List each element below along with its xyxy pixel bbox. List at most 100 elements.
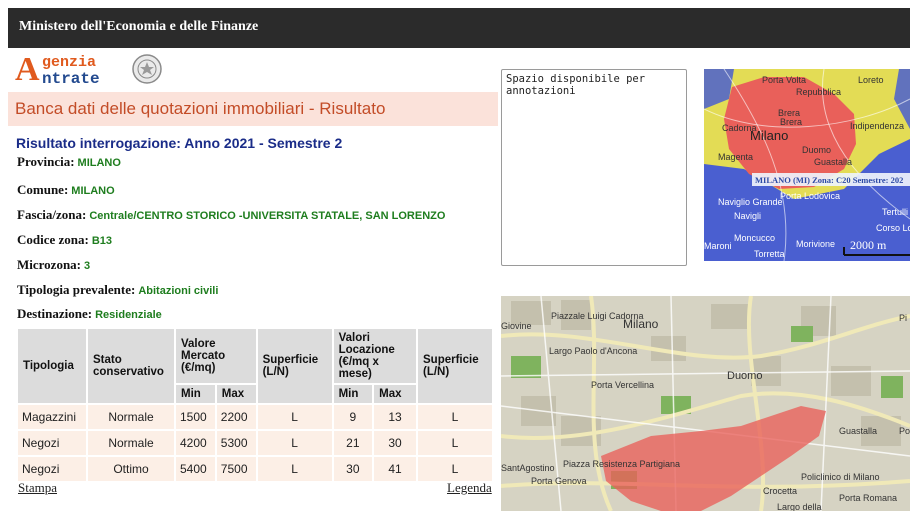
cell-superficie: L (257, 431, 332, 455)
field-fascia-zona: Fascia/zona: Centrale/CENTRO STORICO -UNI… (17, 207, 445, 223)
map2-label: Pi (899, 313, 907, 323)
table-row: Magazzini Normale 1500 2200 L 9 13 L (18, 405, 492, 429)
cell-vm-max: 7500 (216, 457, 256, 481)
map2-label: Largo Paolo d'Ancona (549, 346, 637, 356)
cell-tipologia: Magazzini (18, 405, 86, 429)
republic-emblem-icon (132, 54, 162, 84)
zone-caption: MILANO (MI) Zona: C20 Semestre: 202 (755, 175, 903, 185)
field-microzona: Microzona: 3 (17, 257, 90, 273)
zone-detail-map[interactable]: Piazzale Luigi Cadorna Milano Giovine La… (501, 296, 910, 511)
cell-tipologia: Negozi (18, 431, 86, 455)
col-vm-max: Max (216, 385, 256, 403)
map1-label: Loreto (858, 75, 884, 85)
map1-label: Milano (750, 128, 788, 143)
map1-label: Moncucco (734, 233, 775, 243)
cell-superficie-2: L (418, 431, 492, 455)
cell-vl-max: 13 (374, 405, 416, 429)
map1-label: Duomo (802, 145, 831, 155)
cell-tipologia: Negozi (18, 457, 86, 481)
field-label: Microzona: (17, 257, 82, 272)
field-label: Comune: (17, 182, 69, 197)
field-value: Centrale/CENTRO STORICO -UNIVERSITA STAT… (89, 210, 446, 222)
logo-line2: ntrate (42, 70, 100, 88)
agenzia-entrate-logo[interactable]: A genzia ntrate (12, 52, 192, 90)
map2-label: Duomo (727, 370, 762, 382)
map1-label: Maroni (704, 241, 732, 251)
map2-label: Porta Genova (531, 476, 587, 486)
cell-superficie: L (257, 405, 332, 429)
zone-overview-map-svg: Porta Volta Loreto Repubblica Brera Brer… (704, 69, 910, 261)
logo-initial: A (15, 51, 40, 88)
map2-label: Por (899, 426, 910, 436)
cell-vl-min: 21 (333, 431, 373, 455)
legenda-link[interactable]: Legenda (447, 480, 492, 496)
ministry-title: Ministero dell'Economia e delle Finanze (19, 19, 259, 34)
map2-label: Giovine (501, 321, 532, 331)
table-row: Negozi Ottimo 5400 7500 L 30 41 L (18, 457, 492, 481)
cell-vl-max: 41 (374, 457, 416, 481)
cell-vl-min: 9 (333, 405, 373, 429)
field-value: Residenziale (95, 309, 162, 321)
field-value: B13 (91, 235, 113, 247)
zone-detail-map-svg: Piazzale Luigi Cadorna Milano Giovine La… (501, 296, 910, 511)
logo-line1: genzia (42, 54, 97, 71)
map1-label: Torretta (754, 249, 785, 259)
field-codice-zona: Codice zona: B13 (17, 232, 112, 248)
field-tipologia-prevalente: Tipologia prevalente: Abitazioni civili (17, 282, 218, 298)
col-valori-locazione: Valori Locazione (€/mq x mese) (333, 329, 416, 383)
table-row: Negozi Normale 4200 5300 L 21 30 L (18, 431, 492, 455)
map2-label: Guastalla (839, 426, 877, 436)
cell-stato: Normale (88, 405, 174, 429)
map1-label: Navigli (734, 211, 761, 221)
map1-label: Tertulli (882, 207, 908, 217)
map1-label: Repubblica (796, 87, 841, 97)
map1-label: Naviglio Grande (718, 197, 783, 207)
notes-textarea[interactable]: Spazio disponibile per annotazioni (501, 69, 687, 266)
page-banner: Banca dati delle quotazioni immobiliari … (8, 92, 498, 126)
map2-label: Policlinico di Milano (801, 472, 880, 482)
map1-label: Porta Lodovica (780, 191, 840, 201)
map1-label: Morivione (796, 239, 835, 249)
field-label: Codice zona: (17, 232, 89, 247)
field-value: 3 (84, 260, 91, 272)
zone-overview-map[interactable]: Porta Volta Loreto Repubblica Brera Brer… (704, 69, 910, 261)
map2-label: Porta Vercellina (591, 380, 654, 390)
field-provincia: Provincia: MILANO (17, 154, 121, 170)
quotations-table: Tipologia Stato conservativo Valore Merc… (16, 327, 494, 483)
col-tipologia: Tipologia (18, 329, 86, 403)
col-superficie: Superficie (L/N) (257, 329, 332, 403)
cell-vl-max: 30 (374, 431, 416, 455)
cell-vm-max: 2200 (216, 405, 256, 429)
col-vl-min: Min (333, 385, 373, 403)
result-heading: Risultato interrogazione: Anno 2021 - Se… (16, 135, 343, 151)
map2-label: Porta Romana (839, 493, 897, 503)
cell-vm-min: 1500 (176, 405, 215, 429)
field-label: Tipologia prevalente: (17, 282, 136, 297)
cell-superficie-2: L (418, 405, 492, 429)
field-label: Destinazione: (17, 306, 93, 321)
col-valore-mercato: Valore Mercato (€/mq) (176, 329, 256, 383)
cell-vl-min: 30 (333, 457, 373, 481)
map1-label: Porta Volta (762, 75, 806, 85)
field-comune: Comune: MILANO (17, 182, 115, 198)
map1-label: Magenta (718, 152, 753, 162)
page-title: Banca dati delle quotazioni immobiliari … (15, 99, 386, 118)
map2-label: Milano (623, 317, 659, 331)
map1-label: Corso Lod (876, 223, 910, 233)
top-bar: Ministero dell'Economia e delle Finanze (8, 8, 910, 48)
map1-label: Indipendenza (850, 121, 904, 131)
col-superficie-2: Superficie (L/N) (418, 329, 492, 403)
field-value: Abitazioni civili (138, 285, 219, 297)
col-vm-min: Min (176, 385, 215, 403)
map-scale: 2000 m (850, 238, 887, 252)
cell-superficie-2: L (418, 457, 492, 481)
cell-stato: Ottimo (88, 457, 174, 481)
field-label: Provincia: (17, 154, 75, 169)
cell-superficie: L (257, 457, 332, 481)
stampa-link[interactable]: Stampa (18, 480, 57, 496)
map2-label: SantAgostino (501, 463, 555, 473)
cell-vm-min: 4200 (176, 431, 215, 455)
map1-label: Guastalla (814, 157, 852, 167)
col-vl-max: Max (374, 385, 416, 403)
field-label: Fascia/zona: (17, 207, 87, 222)
